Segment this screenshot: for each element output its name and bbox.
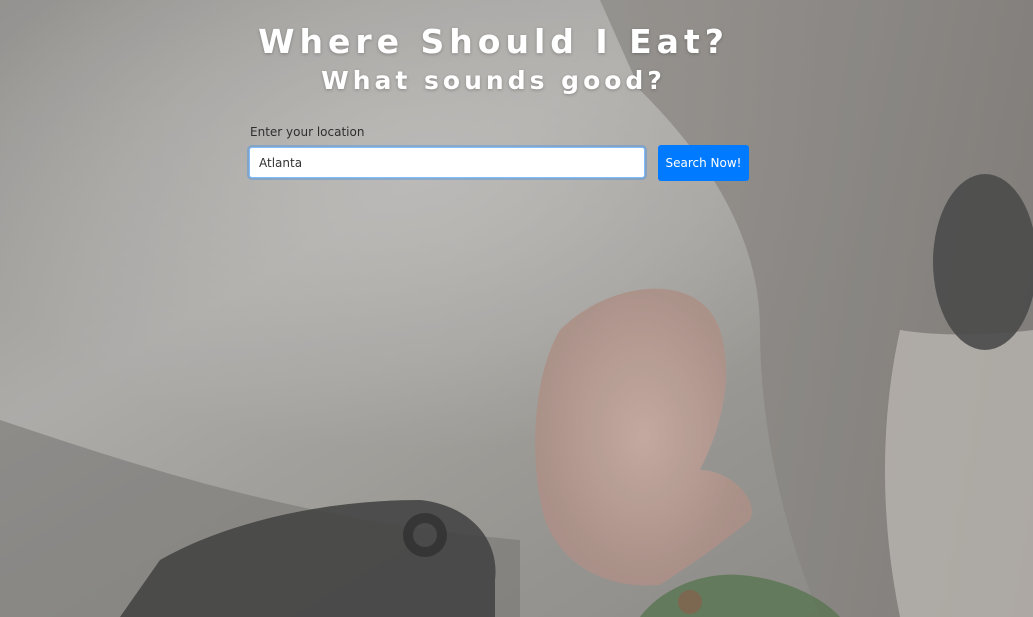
- page: Where Should I Eat? What sounds good? En…: [0, 0, 1033, 617]
- page-title: Where Should I Eat?: [258, 22, 729, 61]
- search-now-button[interactable]: Search Now!: [658, 145, 749, 181]
- page-subtitle: What sounds good?: [321, 66, 666, 95]
- location-label: Enter your location: [250, 125, 365, 139]
- search-form: Enter your location Search Now!: [249, 125, 751, 185]
- location-input[interactable]: [249, 147, 645, 178]
